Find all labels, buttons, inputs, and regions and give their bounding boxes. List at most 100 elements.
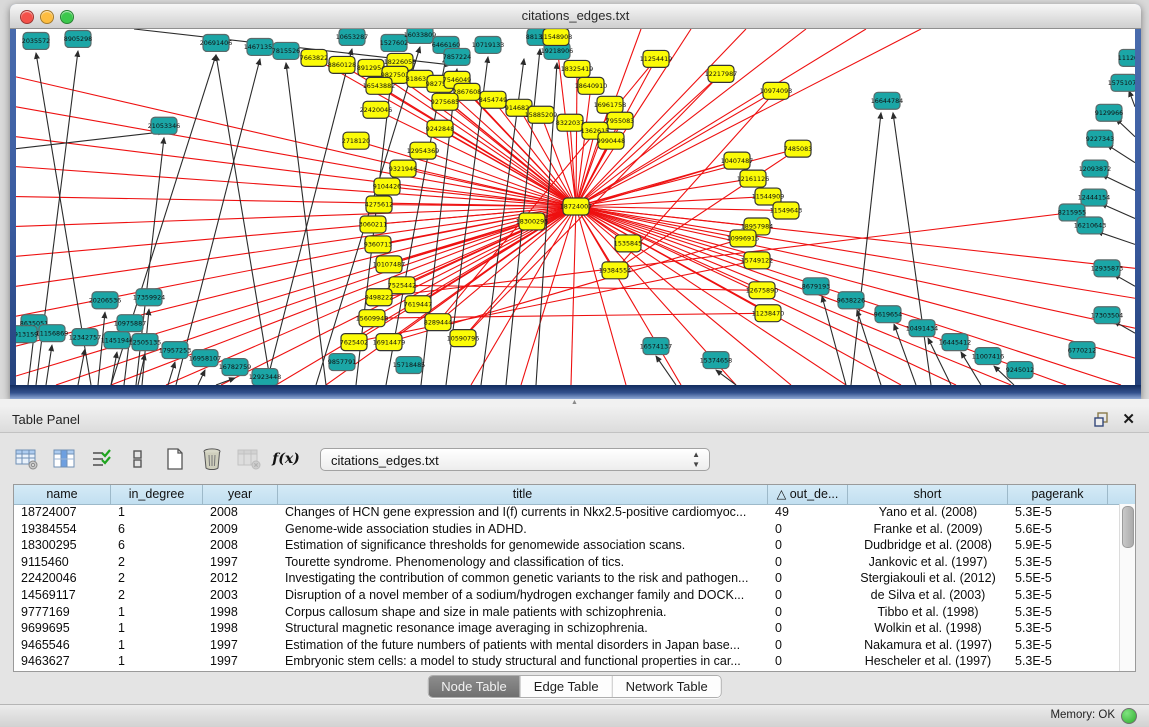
table-row[interactable]: 1830029562008Estimation of significance …	[14, 537, 1120, 554]
scrollbar-thumb[interactable]	[1122, 506, 1134, 548]
tab-edge-table[interactable]: Edge Table	[520, 676, 612, 697]
graph-node[interactable]: 17957253	[159, 342, 191, 359]
graph-node[interactable]: 12093872	[1079, 160, 1111, 177]
graph-node[interactable]: 12935873	[1091, 260, 1123, 277]
graph-node[interactable]: 9360713	[364, 236, 392, 253]
table-dropdown[interactable]: citations_edges.txt ▲▼	[320, 448, 710, 471]
create-column-icon[interactable]	[162, 446, 188, 472]
graph-node[interactable]: 10107487	[373, 256, 405, 273]
column-header-short[interactable]: short	[848, 485, 1008, 504]
graph-node[interactable]: 1112054	[1118, 49, 1135, 66]
table-row[interactable]: 977716911998Corpus callosum shape and si…	[14, 604, 1120, 621]
graph-node[interactable]: 12505135	[129, 334, 161, 351]
column-header-year[interactable]: year	[203, 485, 278, 504]
graph-node[interactable]: 16644784	[871, 92, 903, 109]
graph-node[interactable]: 10590796	[447, 330, 479, 347]
graph-node[interactable]: 15374658	[700, 352, 732, 369]
row-chooser-icon[interactable]	[125, 446, 151, 472]
graph-node[interactable]: 15885209	[525, 106, 557, 123]
graph-node[interactable]: 10996915	[727, 230, 759, 247]
graph-node[interactable]: 16543882	[363, 77, 395, 94]
graph-node[interactable]: 1535845	[614, 235, 642, 252]
tab-network-table[interactable]: Network Table	[612, 676, 721, 697]
graph-node[interactable]: 3060211	[359, 216, 387, 233]
graph-node[interactable]: 21053346	[148, 117, 180, 134]
graph-node[interactable]: 11156869	[36, 325, 68, 342]
graph-node[interactable]: 16961758	[594, 96, 626, 113]
graph-node[interactable]: 17303504	[1091, 307, 1123, 324]
graph-node[interactable]: 15718485	[393, 357, 425, 374]
graph-node[interactable]: 12923448	[249, 369, 281, 385]
graph-node[interactable]: 12954369	[407, 142, 439, 159]
graph-node[interactable]: 15609948	[356, 310, 388, 327]
graph-node[interactable]: 9275685	[431, 93, 459, 110]
window-titlebar[interactable]: citations_edges.txt	[10, 4, 1141, 29]
column-header-title[interactable]: title	[278, 485, 768, 504]
graph-node[interactable]: 2718120	[342, 132, 370, 149]
column-header-pagerank[interactable]: pagerank	[1008, 485, 1108, 504]
graph-node[interactable]: 18724007	[560, 198, 592, 215]
graph-node[interactable]: 20206536	[89, 292, 121, 309]
graph-node[interactable]: 9638226	[837, 292, 865, 309]
graph-node[interactable]: 22420046	[360, 101, 392, 118]
graph-node[interactable]: 7955083	[606, 112, 634, 129]
graph-node[interactable]: 8860128	[328, 56, 356, 73]
table-mode-icon[interactable]	[14, 446, 40, 472]
graph-node[interactable]: 16958107	[189, 350, 221, 367]
table-row[interactable]: 1456911722003Disruption of a novel membe…	[14, 587, 1120, 604]
graph-node[interactable]: 20691406	[200, 34, 232, 51]
show-columns-icon[interactable]	[51, 446, 77, 472]
graph-node[interactable]: 16914479	[373, 334, 405, 351]
column-header-in_degree[interactable]: in_degree	[111, 485, 203, 504]
graph-node[interactable]: 9129966	[1095, 104, 1123, 121]
graph-node[interactable]: 15749122	[741, 252, 773, 269]
network-canvas[interactable]: 2035572890529820691406146713557815526106…	[16, 29, 1135, 385]
memory-status-indicator[interactable]	[1121, 708, 1137, 724]
graph-node[interactable]: 11548908	[540, 29, 572, 45]
graph-node[interactable]: 11238470	[752, 305, 784, 322]
graph-node[interactable]: 7485083	[784, 140, 812, 157]
graph-node[interactable]: 9619654	[874, 306, 902, 323]
graph-node[interactable]: 6770212	[1068, 342, 1096, 359]
select-all-icon[interactable]	[88, 446, 114, 472]
graph-node[interactable]: 17359924	[133, 289, 165, 306]
vertical-scrollbar[interactable]	[1119, 504, 1135, 671]
graph-node[interactable]: 7857224	[443, 48, 471, 65]
graph-node[interactable]: 2035572	[22, 32, 50, 49]
table-row[interactable]: 2242004622012Investigating the contribut…	[14, 570, 1120, 587]
graph-node[interactable]: 9227343	[1086, 130, 1114, 147]
graph-node[interactable]: 16445412	[939, 334, 971, 351]
delete-column-icon[interactable]	[199, 446, 225, 472]
graph-node[interactable]: 8679193	[802, 278, 830, 295]
graph-node[interactable]: 7815526	[272, 42, 300, 59]
graph-node[interactable]: 9857791	[328, 354, 356, 371]
table-row[interactable]: 1938455462009Genome-wide association stu…	[14, 521, 1120, 538]
graph-node[interactable]: 10974093	[760, 82, 792, 99]
delete-table-icon[interactable]	[236, 446, 262, 472]
table-row[interactable]: 911546021997Tourette syndrome. Phenomeno…	[14, 554, 1120, 571]
graph-node[interactable]: 10975887	[114, 315, 146, 332]
graph-node[interactable]: 18325419	[561, 60, 593, 77]
graph-node[interactable]: 9321946	[389, 160, 417, 177]
graph-node[interactable]: 11007416	[972, 348, 1004, 365]
graph-node[interactable]: 12217987	[705, 65, 737, 82]
graph-node[interactable]: 9498222	[365, 289, 393, 306]
float-panel-icon[interactable]	[1094, 412, 1109, 427]
graph-node[interactable]: 9242848	[426, 120, 454, 137]
graph-node[interactable]: 12675890	[746, 282, 778, 299]
table-row[interactable]: 969969511998Structural magnetic resonanc…	[14, 620, 1120, 637]
graph-node[interactable]: 12342757	[69, 329, 101, 346]
table-row[interactable]: 1872400712008Changes of HCN gene express…	[14, 504, 1120, 521]
graph-node[interactable]: 12444154	[1078, 189, 1110, 206]
column-header-out_de[interactable]: △ out_de...	[768, 485, 848, 504]
graph-node[interactable]: 7663822	[300, 49, 328, 66]
graph-node[interactable]: 10407487	[721, 152, 753, 169]
close-panel-icon[interactable]: ✕	[1122, 410, 1135, 428]
column-header-name[interactable]: name	[14, 485, 111, 504]
graph-node[interactable]: 8454749	[479, 91, 507, 108]
graph-node[interactable]: 9104426	[373, 178, 401, 195]
graph-node[interactable]: 10491434	[906, 320, 938, 337]
graph-node[interactable]: 18640910	[575, 77, 607, 94]
graph-node[interactable]: 10653287	[336, 29, 368, 45]
graph-node[interactable]: 12161126	[737, 170, 769, 187]
